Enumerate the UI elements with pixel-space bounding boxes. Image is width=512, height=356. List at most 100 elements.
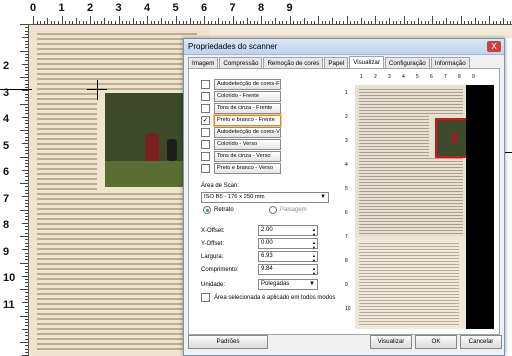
image-option-checkbox[interactable] — [201, 80, 210, 89]
ruler-tick — [132, 18, 134, 24]
preview-text-line — [359, 279, 459, 280]
document-text-line — [37, 308, 197, 310]
ruler-tick — [335, 21, 337, 24]
preview-text-line — [359, 294, 459, 295]
document-text-line — [37, 273, 197, 275]
preview-text-line — [359, 282, 459, 283]
ruler-tick — [82, 21, 84, 24]
ruler-tick — [25, 269, 28, 271]
preview-text-line — [359, 288, 459, 289]
preview-text-line — [359, 143, 429, 144]
apply-all-option[interactable]: Área selecionada é aplicado em todos mod… — [201, 293, 335, 302]
x-offset-value: 2.00 — [261, 227, 273, 233]
ruler-tick — [25, 312, 28, 314]
ruler-tick — [25, 298, 28, 300]
ruler-tick — [196, 21, 198, 24]
image-option-button[interactable]: Colorido - Verso — [214, 139, 281, 150]
tab-papel[interactable]: Papel — [324, 57, 349, 68]
x-offset-field[interactable]: 2.00 ▲ ▼ — [258, 225, 318, 237]
image-option-checkbox[interactable] — [201, 128, 210, 137]
image-option-checkbox-checked[interactable]: ✓ — [201, 116, 210, 125]
document-text-line — [37, 208, 197, 210]
ruler-tick — [310, 21, 312, 24]
image-option-checkbox[interactable] — [201, 164, 210, 173]
unit-select[interactable]: Polegadas ▼ — [258, 279, 318, 290]
image-option-button[interactable]: Autodetecção de cores-V — [214, 127, 281, 138]
document-text-line — [37, 58, 197, 60]
preview-text-line — [359, 158, 463, 159]
preview-text-line — [359, 119, 429, 120]
ruler-tick — [25, 265, 28, 267]
scan-area-select[interactable]: ISO B5 - 176 x 250 mm ▼ — [201, 192, 329, 203]
preview-ruler-number: 8 — [345, 258, 348, 264]
document-text-line — [37, 98, 97, 100]
ok-button[interactable]: OK — [415, 335, 457, 349]
preview-ruler-number: 3 — [388, 74, 391, 80]
ruler-tick — [154, 21, 156, 24]
ruler-tick — [303, 18, 305, 24]
ruler-tick — [193, 21, 195, 24]
document-text-line — [37, 48, 197, 50]
image-option-button[interactable]: Tons de cinza - Verso — [214, 151, 281, 162]
image-option-checkbox[interactable] — [201, 104, 210, 113]
tab-configuracao[interactable]: Configuração — [384, 57, 430, 68]
ruler-tick — [65, 21, 67, 24]
tab-compressao[interactable]: Compressão — [219, 57, 263, 68]
image-option-checkbox[interactable] — [201, 152, 210, 161]
tab-remocao-de-cores[interactable]: Remoção de cores — [263, 57, 324, 68]
tab-informacao[interactable]: Informação — [430, 57, 470, 68]
preview-text-line — [359, 104, 463, 105]
defaults-button[interactable]: Padrões — [188, 335, 268, 349]
preview-text-line — [359, 215, 463, 216]
ruler-tick — [25, 136, 28, 138]
ruler-tick — [328, 21, 330, 24]
image-option-button[interactable]: Colorido - Frente — [214, 91, 281, 102]
image-option-button[interactable]: Preto e branco - Verso — [214, 163, 281, 174]
ruler-tick — [75, 18, 77, 24]
ruler-tick — [432, 16, 433, 24]
image-option-button-selected[interactable]: Preto e branco - Frente — [214, 115, 281, 126]
ruler-tick — [307, 21, 309, 24]
document-text-line — [37, 178, 97, 180]
document-text-line — [37, 218, 197, 220]
ruler-tick — [392, 21, 394, 24]
y-offset-field[interactable]: 0.00 ▲ ▼ — [258, 238, 318, 250]
ruler-tick — [439, 21, 441, 24]
ruler-tick — [367, 21, 369, 24]
preview-text-line — [359, 194, 463, 195]
ruler-tick — [25, 86, 28, 88]
spin-down-icon[interactable]: ▼ — [312, 269, 316, 278]
ruler-tick — [25, 252, 28, 254]
ruler-tick — [25, 259, 28, 261]
ruler-tick — [410, 21, 412, 24]
image-option-checkbox[interactable] — [201, 140, 210, 149]
close-button[interactable]: X — [487, 41, 501, 52]
image-option-button[interactable]: Autodetecção de cores-F — [214, 79, 281, 90]
preview-text-line — [359, 152, 429, 153]
orientation-landscape[interactable]: Paisagem — [269, 206, 307, 214]
ruler-tick — [20, 262, 28, 264]
ruler-number: 7 — [3, 192, 10, 205]
preview-button[interactable]: Visualizar — [370, 335, 412, 349]
image-option-button[interactable]: Tons de cinza - Frente — [214, 103, 281, 114]
length-field[interactable]: 9.84 ▲ ▼ — [258, 264, 318, 278]
ruler-tick — [90, 16, 91, 24]
ruler-tick — [33, 16, 34, 24]
ruler-number: 7 — [229, 2, 236, 14]
width-field[interactable]: 6.93 ▲ ▼ — [258, 251, 318, 263]
ruler-tick — [428, 21, 430, 24]
preview-text-line — [359, 309, 459, 310]
unit-value: Polegadas — [261, 281, 290, 287]
preview-text-line — [359, 233, 463, 234]
preview-text-line — [359, 227, 463, 228]
cancel-button[interactable]: Cancelar — [460, 335, 502, 349]
ruler-tick — [506, 21, 508, 24]
ruler-tick — [20, 50, 28, 52]
preview-pane[interactable]: 1 2 3 4 5 6 7 8 9 1 2 3 4 5 6 7 8 9 10 — [344, 74, 494, 329]
tab-imagem[interactable]: Imagem — [188, 57, 219, 68]
apply-all-checkbox[interactable] — [201, 293, 210, 302]
preview-text-line — [359, 206, 463, 207]
image-option-checkbox[interactable] — [201, 92, 210, 101]
orientation-portrait[interactable]: Retrato — [203, 206, 234, 214]
preview-document — [355, 85, 479, 237]
